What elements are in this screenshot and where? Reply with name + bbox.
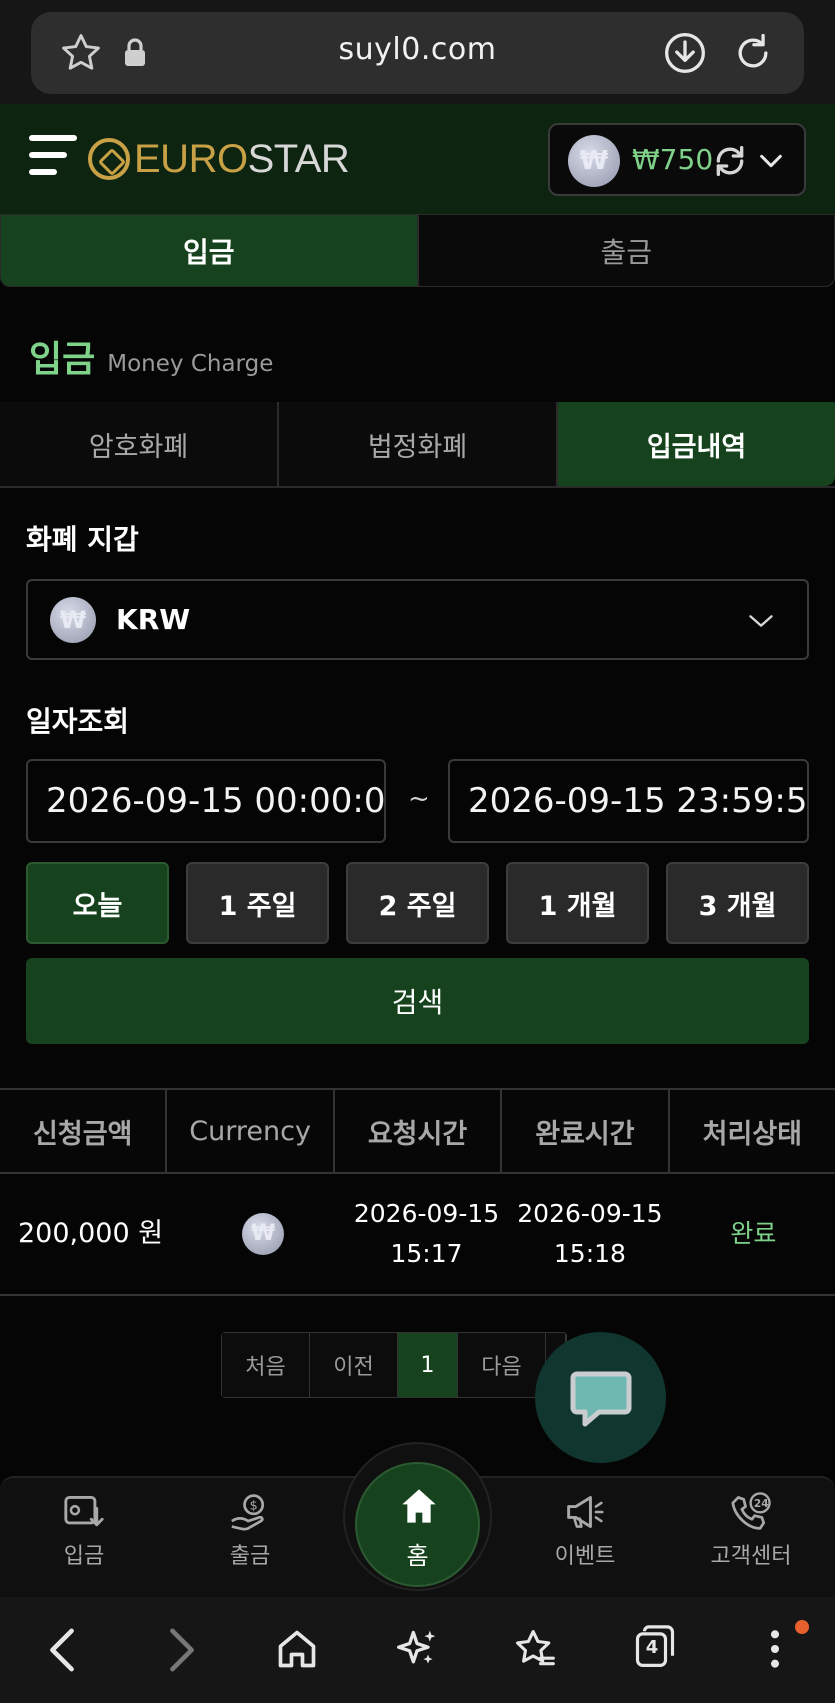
support-phone-icon: 24 [731,1492,771,1530]
nav-support-label: 고객센터 [710,1544,792,1569]
withdraw-coins-icon: $ [231,1494,265,1531]
table-header: 신청금액 Currency 요청시간 완료시간 처리상태 [0,1088,835,1174]
reload-icon[interactable] [731,31,775,75]
nav-withdraw[interactable]: $ 출금 [190,1492,310,1570]
tabs-button[interactable]: 4 [634,1625,676,1669]
page-first-button[interactable]: 처음 [222,1333,310,1397]
chevron-down-icon [749,615,773,627]
col-amount: 신청금액 [0,1090,168,1172]
address-bar[interactable]: suyl0.com [31,12,804,94]
back-icon[interactable] [42,1627,82,1673]
forward-icon[interactable] [162,1627,202,1673]
quick-range-buttons: 오늘 1 주일 2 주일 1 개월 3 개월 [26,862,809,944]
row-amount: 200,000 원 [18,1218,164,1249]
menu-icon[interactable] [29,135,77,183]
tab-crypto[interactable]: 암호화폐 [0,402,279,486]
row-complete-time: 2026-09-15 15:18 [508,1174,671,1294]
chevron-down-icon[interactable] [756,147,786,175]
date-separator: ~ [408,784,430,814]
col-request-time: 요청시간 [335,1090,503,1172]
date-query-label: 일자조회 [26,705,130,738]
complete-date: 2026-09-15 [517,1199,663,1228]
page-prev-button[interactable]: 이전 [310,1333,398,1397]
row-status: 완료 [730,1219,777,1248]
support-badge: 24 [754,1498,769,1510]
tab-fiat[interactable]: 법정화폐 [279,402,558,486]
browser-bottom-bar: 4 [0,1597,835,1703]
logo-text-euro: EURO [134,136,248,181]
nav-home[interactable]: 홈 [355,1462,480,1587]
range-2week-button[interactable]: 2 주일 [346,862,489,944]
logo-mark-icon [88,138,130,180]
section-title: 입금 [29,339,96,380]
bookmarks-icon[interactable] [512,1627,558,1671]
tab-deposit[interactable]: 입금 [0,214,418,287]
deposit-wallet-icon [64,1496,104,1527]
balance-widget[interactable]: ₩ ₩750 [548,123,806,196]
page-current-button[interactable]: 1 [398,1333,458,1397]
won-coin-icon: ₩ [568,135,620,187]
row-currency: ₩ [181,1174,344,1294]
wallet-selected-value: KRW [116,603,191,636]
col-complete-time: 완료시간 [502,1090,670,1172]
row-request-time: 2026-09-15 15:17 [345,1174,508,1294]
won-coin-icon: ₩ [242,1213,285,1255]
nav-event-label: 이벤트 [554,1544,616,1569]
wallet-select[interactable]: ₩ KRW [26,579,809,660]
browser-toolbar: suyl0.com [0,0,835,104]
nav-home-label: 홈 [406,1542,429,1570]
tab-deposit-history[interactable]: 입금내역 [558,402,835,486]
col-currency: Currency [167,1090,335,1172]
live-chat-button[interactable] [535,1332,666,1463]
range-1week-button[interactable]: 1 주일 [186,862,329,944]
balance-amount: ₩750 [632,143,714,176]
sparkle-ai-icon[interactable] [395,1627,439,1671]
chat-bubble-icon [570,1371,632,1427]
search-button[interactable]: 검색 [26,958,809,1044]
home-icon [402,1489,436,1523]
download-icon[interactable] [663,31,707,75]
nav-withdraw-label: 출금 [229,1544,271,1569]
refresh-balance-icon[interactable] [710,141,750,181]
table-row: 200,000 원 ₩ 2026-09-15 15:17 2026-09-15 15… [0,1174,835,1296]
range-3month-button[interactable]: 3 개월 [666,862,809,944]
nav-event[interactable]: 이벤트 [525,1492,645,1570]
col-status: 처리상태 [702,1118,803,1150]
deposit-history-table: 신청금액 Currency 요청시간 완료시간 처리상태 200,000 원 ₩… [0,1088,835,1296]
browser-home-icon[interactable] [275,1627,319,1671]
nav-deposit-label: 입금 [63,1544,105,1569]
range-1month-button[interactable]: 1 개월 [506,862,649,944]
end-date-input[interactable]: 2026-09-15 23:59:59 [448,759,809,843]
more-menu-icon[interactable] [760,1627,790,1671]
start-date-input[interactable]: 2026-09-15 00:00:00 [26,759,386,843]
notification-dot [795,1620,809,1634]
request-time: 15:17 [390,1239,463,1268]
request-date: 2026-09-15 [353,1199,500,1228]
site-logo[interactable]: EURO STAR [88,134,350,184]
won-coin-icon: ₩ [50,597,96,643]
range-today-button[interactable]: 오늘 [26,862,169,944]
page-next-button[interactable]: 다음 [458,1333,546,1397]
deposit-type-tabs: 암호화폐 법정화폐 입금내역 [0,402,835,488]
nav-support[interactable]: 24 고객센터 [691,1492,811,1570]
wallet-label: 화폐 지갑 [26,523,139,556]
pagination: 처음 이전 1 다음 [221,1332,567,1398]
site-header: EURO STAR ₩ ₩750 [0,104,835,214]
section-subtitle: Money Charge [107,351,274,377]
tab-withdraw[interactable]: 출금 [417,214,835,287]
svg-text:$: $ [250,1497,258,1512]
tab-count: 4 [645,1637,659,1658]
section-heading: 입금 Money Charge [29,330,273,382]
complete-time: 15:18 [553,1239,626,1268]
nav-deposit[interactable]: 입금 [24,1492,144,1570]
megaphone-icon [567,1496,604,1528]
deposit-withdraw-tabs: 입금 출금 [0,214,835,287]
logo-text-star: STAR [247,136,350,181]
